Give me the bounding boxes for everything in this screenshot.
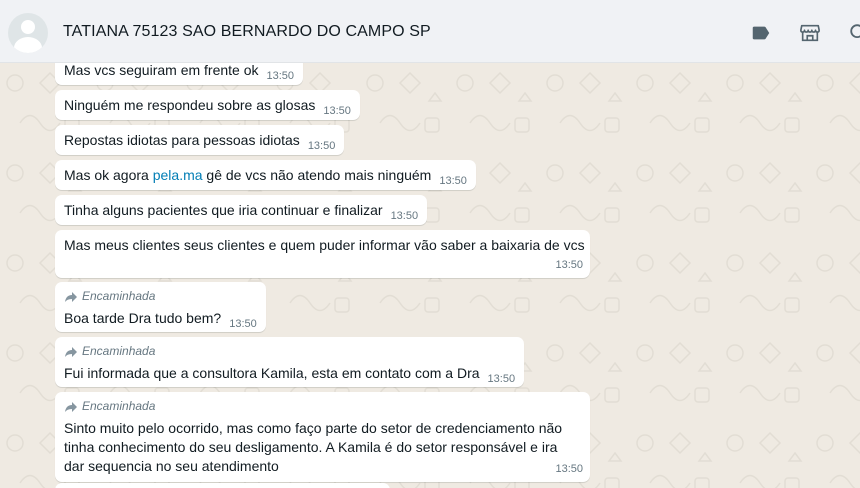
forwarded-label: Encaminhada: [64, 342, 515, 361]
forward-icon: [65, 401, 77, 412]
message-time: 13:50: [323, 105, 351, 117]
message-text: Fui informada que a consultora Kamila, e…: [64, 365, 480, 381]
message-text-part: Mas ok agora: [64, 167, 153, 183]
message-time: 13:50: [266, 70, 295, 82]
message-bubble[interactable]: Encaminhada Fui informada que a consulto…: [55, 337, 525, 387]
message-time: 13:50: [390, 210, 419, 222]
message-text: Mas meus clientes seus clientes e quem p…: [64, 237, 585, 253]
message-bubble[interactable]: Mas vcs seguiram em frente ok 13:50: [55, 63, 304, 85]
message-time: 13:50: [487, 373, 516, 385]
conversation-panel[interactable]: Mas vcs seguiram em frente ok 13:50 Ningu…: [0, 63, 860, 488]
forwarded-text: Encaminhada: [82, 399, 156, 413]
forwarded-label: Encaminhada: [64, 397, 581, 416]
message-time: 13:50: [307, 140, 336, 152]
contact-name[interactable]: TATIANA 75123 SAO BERNARDO DO CAMPO SP: [63, 23, 431, 41]
message-bubble[interactable]: Mas meus clientes seus clientes e quem p…: [55, 230, 590, 278]
message-text: Boa tarde Dra tudo bem?: [64, 310, 222, 326]
avatar-body: [14, 37, 42, 53]
forward-icon: [65, 346, 77, 357]
message-time: 13:50: [439, 175, 467, 187]
message-text-part: gê de vcs não atendo mais ninguém: [202, 167, 432, 183]
message-bubble[interactable]: Tinha alguns pacientes que iria continua…: [55, 195, 428, 225]
avatar-head: [21, 20, 35, 34]
message-text: Tinha alguns pacientes que iria continua…: [64, 202, 383, 218]
message-time: 13:50: [555, 463, 583, 475]
message-time: 13:50: [229, 318, 257, 330]
message-text: Mas vcs seguiram em frente ok: [64, 63, 259, 78]
message-bubble[interactable]: Encaminhada Boa tarde Dra tudo bem? 13:50: [55, 282, 266, 332]
message-bubble[interactable]: Mas ok agora pela.ma gê de vcs não atend…: [55, 160, 476, 190]
label-icon[interactable]: [750, 22, 772, 44]
store-icon[interactable]: [799, 22, 821, 44]
chat-header: TATIANA 75123 SAO BERNARDO DO CAMPO SP: [0, 0, 860, 63]
message-link[interactable]: pela.ma: [153, 167, 203, 183]
message-text: Ninguém me respondeu sobre as glosas: [64, 97, 316, 113]
message-time: 13:50: [555, 259, 583, 271]
message-bubble[interactable]: Repostas idiotas para pessoas idiotas 13:…: [55, 125, 345, 155]
forwarded-text: Encaminhada: [82, 289, 156, 303]
message-bubble[interactable]: Encaminhada Sinto muito pelo ocorrido, m…: [55, 392, 590, 482]
message-bubble[interactable]: [55, 483, 390, 488]
message-text: Sinto muito pelo ocorrido, mas como faço…: [64, 420, 563, 474]
message-text: Repostas idiotas para pessoas idiotas: [64, 132, 300, 148]
avatar[interactable]: [8, 13, 48, 53]
forwarded-label: Encaminhada: [64, 287, 257, 306]
forwarded-text: Encaminhada: [82, 344, 156, 358]
message-text: Mas ok agora pela.ma gê de vcs não atend…: [64, 167, 431, 183]
message-bubble[interactable]: Ninguém me respondeu sobre as glosas 13:5…: [55, 90, 360, 120]
search-icon[interactable]: [848, 22, 860, 44]
forward-icon: [65, 291, 77, 302]
